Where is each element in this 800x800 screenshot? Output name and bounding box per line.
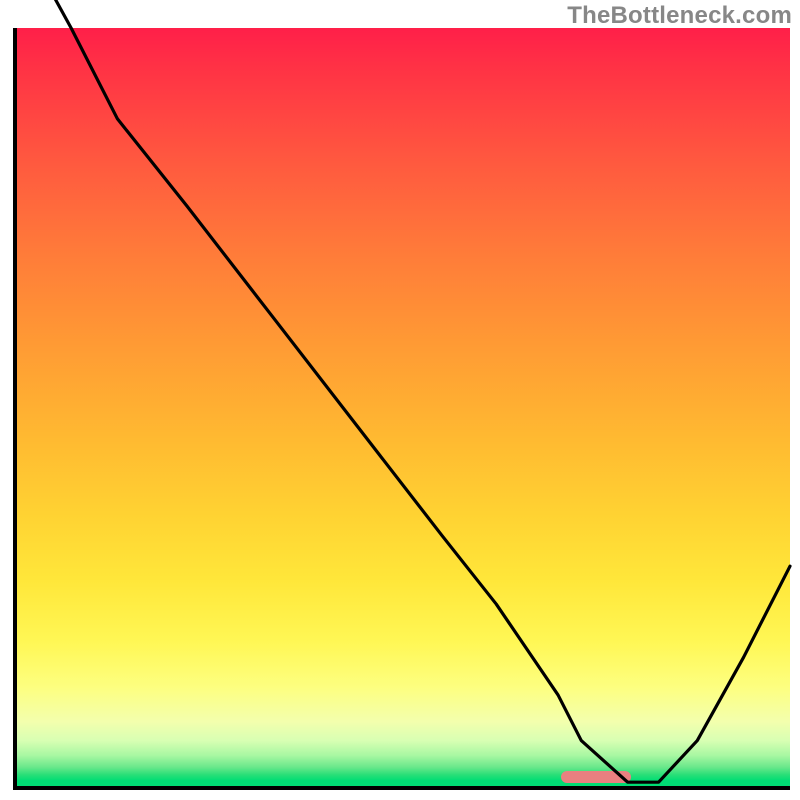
watermark-text: TheBottleneck.com (567, 2, 792, 30)
bottleneck-curve (17, 28, 790, 786)
plot-area (13, 28, 790, 790)
chart-stage: TheBottleneck.com (0, 0, 800, 800)
